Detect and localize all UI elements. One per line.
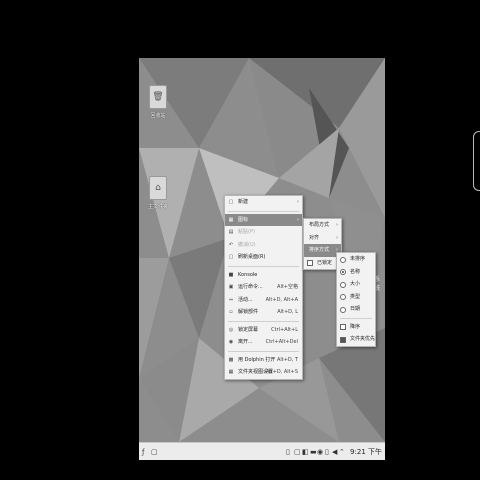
descending-checkbox[interactable]: [340, 324, 346, 330]
menu-separator: [228, 320, 299, 322]
radio-button[interactable]: [340, 294, 346, 300]
menu-item-konsole[interactable]: ■ Konsole: [225, 269, 302, 282]
undo-icon: ↶: [228, 241, 234, 248]
submenu-item-align[interactable]: 对齐 ›: [304, 232, 341, 245]
menu-item-undo[interactable]: ↶ 撤消(U): [225, 239, 302, 252]
leave-icon: ◉: [228, 339, 234, 345]
terminal-icon: ■: [228, 271, 234, 278]
document-tray-icon[interactable]: ▢: [294, 448, 301, 456]
trash-label: 回收站: [150, 113, 166, 119]
menu-separator: [228, 265, 299, 267]
menu-item-activities[interactable]: ⇔ 活动... Alt+D, Alt+A: [225, 294, 302, 307]
expand-tray-icon[interactable]: ⌃: [339, 448, 345, 456]
trash-icon: 🗑: [149, 85, 167, 109]
desktop-context-menu: ▢ 新建 › ▦ 图标 › ▤ 粘贴(P) ↶ 撤消(U) ▢ 刷新桌面(R) …: [224, 195, 303, 380]
side-panel-handle[interactable]: [473, 131, 480, 191]
menu-item-leave[interactable]: ◉ 离开... Ctrl+Alt+Del: [225, 336, 302, 349]
clipboard-icon[interactable]: ▯: [286, 448, 290, 456]
unlock-icon: ▫: [229, 309, 233, 315]
locked-checkbox[interactable]: [307, 260, 313, 266]
menu-item-new[interactable]: ▢ 新建 ›: [225, 196, 302, 209]
storage-icon[interactable]: ▬: [310, 448, 317, 456]
sort-option-size[interactable]: 大小: [337, 278, 375, 291]
home-folder-label: 主文件夹: [147, 204, 168, 210]
radio-button[interactable]: [340, 281, 346, 288]
clock[interactable]: 9:21 下午: [350, 447, 382, 457]
refresh-icon: ▢: [228, 254, 234, 260]
document-icon: ▢: [228, 199, 234, 205]
grid-icon: ▦: [228, 216, 234, 223]
paste-icon: ▤: [228, 229, 234, 235]
menu-item-icons[interactable]: ▦ 图标 ›: [225, 213, 302, 226]
menu-item-paste[interactable]: ▤ 粘贴(P): [225, 226, 302, 239]
app-launcher-icon[interactable]: ƒ: [142, 448, 144, 456]
desktop[interactable]: 🗑 回收站 ⌂ 主文件夹 系统 ▢ 新建 › ▦ 图标 › ▤ 粘贴(P) ↶ …: [139, 58, 385, 460]
menu-separator: [340, 317, 372, 319]
menu-item-refresh[interactable]: ▢ 刷新桌面(R): [225, 251, 302, 264]
run-icon: ▣: [228, 284, 234, 290]
menu-item-unlock-widgets[interactable]: ▫ 解锁部件 Alt+D, L: [225, 306, 302, 319]
chevron-right-icon: ›: [336, 222, 338, 228]
radio-button[interactable]: [340, 269, 346, 275]
chevron-right-icon: ›: [297, 216, 299, 223]
chevron-right-icon: ›: [297, 199, 299, 205]
menu-separator: [228, 350, 299, 352]
menu-item-run-command[interactable]: ▣ 运行命令... Alt+空格: [225, 281, 302, 294]
network-icon[interactable]: ◉: [317, 448, 323, 456]
radio-button[interactable]: [340, 306, 346, 313]
menu-item-folder-view-settings[interactable]: ▦ 文件夹视图设置 Alt+D, Alt+S: [225, 366, 302, 379]
show-desktop-icon[interactable]: ▢: [151, 448, 158, 456]
menu-item-lock-screen[interactable]: ◎ 锁定屏幕 Ctrl+Alt+L: [225, 324, 302, 337]
trash-desktop-icon[interactable]: 🗑 回收站: [147, 85, 169, 119]
sort-option-name[interactable]: 名称: [337, 266, 375, 279]
sort-option-date[interactable]: 日期: [337, 303, 375, 316]
folders-first-checkbox[interactable]: [340, 336, 346, 343]
notifications-icon[interactable]: ◧: [302, 448, 309, 456]
home-folder-icon: ⌂: [149, 176, 167, 200]
lock-icon: ◎: [228, 326, 234, 333]
sort-option-descending[interactable]: 降序: [337, 321, 375, 334]
menu-separator: [228, 210, 299, 212]
activities-icon: ⇔: [228, 296, 234, 303]
taskbar: ƒ ▢ ▯ ▢ ◧ ▬ ◉ ▯ ◀ ⌃ 9:21 下午: [139, 442, 385, 460]
chevron-right-icon: ›: [336, 234, 338, 241]
submenu-item-layout[interactable]: 布局方式 ›: [304, 219, 341, 232]
sort-option-type[interactable]: 类型: [337, 291, 375, 304]
sort-option-folders-first[interactable]: 文件夹优先: [337, 333, 375, 346]
dolphin-icon: ▩: [228, 356, 234, 363]
home-folder-desktop-icon[interactable]: ⌂ 主文件夹: [147, 176, 169, 210]
radio-button[interactable]: [340, 256, 346, 263]
sort-submenu: 未排序 名称 大小 类型 日期 降序 文件夹优先: [336, 252, 376, 347]
settings-icon: ▦: [228, 369, 234, 375]
menu-item-open-dolphin[interactable]: ▩ 用 Dolphin 打开 Alt+D, T: [225, 354, 302, 367]
volume-icon[interactable]: ◀: [332, 448, 337, 456]
battery-icon[interactable]: ▯: [325, 448, 329, 456]
sort-option-unsorted[interactable]: 未排序: [337, 253, 375, 266]
